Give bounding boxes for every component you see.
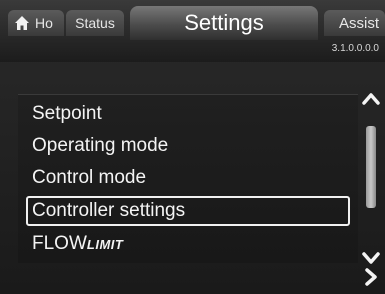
tab-home-label: Ho	[35, 15, 53, 31]
tab-status-label: Status	[75, 15, 115, 31]
scrollbar[interactable]	[366, 108, 376, 250]
menu-item-label: Setpoint	[32, 103, 102, 124]
chevron-down-icon[interactable]	[362, 251, 380, 265]
tab-settings[interactable]: Settings	[130, 6, 318, 40]
version-label: 3.1.0.0.0.0	[331, 43, 379, 54]
tab-settings-label: Settings	[184, 10, 264, 35]
menu-item-setpoint[interactable]: Setpoint	[26, 99, 350, 129]
tab-assist[interactable]: Assist	[324, 10, 385, 36]
menu-item-flowlimit[interactable]: FLOW LIMIT	[26, 229, 350, 259]
scrollbar-thumb[interactable]	[366, 126, 376, 208]
menu-item-control-mode[interactable]: Control mode	[26, 163, 350, 193]
menu-item-label: Operating mode	[32, 135, 169, 156]
screen: Ho Status Settings Assist 3.1.0.0.0.0 Se…	[0, 0, 385, 294]
menu-item-operating-mode[interactable]: Operating mode	[26, 131, 350, 161]
header: Ho Status Settings Assist 3.1.0.0.0.0	[0, 0, 385, 62]
chevron-right-icon[interactable]	[362, 268, 380, 286]
tab-status[interactable]: Status	[66, 10, 124, 36]
home-icon	[15, 16, 29, 30]
tab-home[interactable]: Ho	[8, 10, 64, 36]
tab-assist-label: Assist	[338, 14, 379, 32]
menu-item-label-main: FLOW	[32, 233, 87, 254]
chevron-up-icon[interactable]	[362, 92, 380, 106]
menu-item-label: Controller settings	[32, 200, 186, 221]
menu-item-label: Control mode	[32, 167, 147, 188]
menu-item-label-suffix: LIMIT	[86, 236, 124, 252]
menu-item-controller-settings[interactable]: Controller settings	[26, 196, 350, 226]
settings-menu: Setpoint Operating mode Control mode Con…	[18, 94, 358, 263]
